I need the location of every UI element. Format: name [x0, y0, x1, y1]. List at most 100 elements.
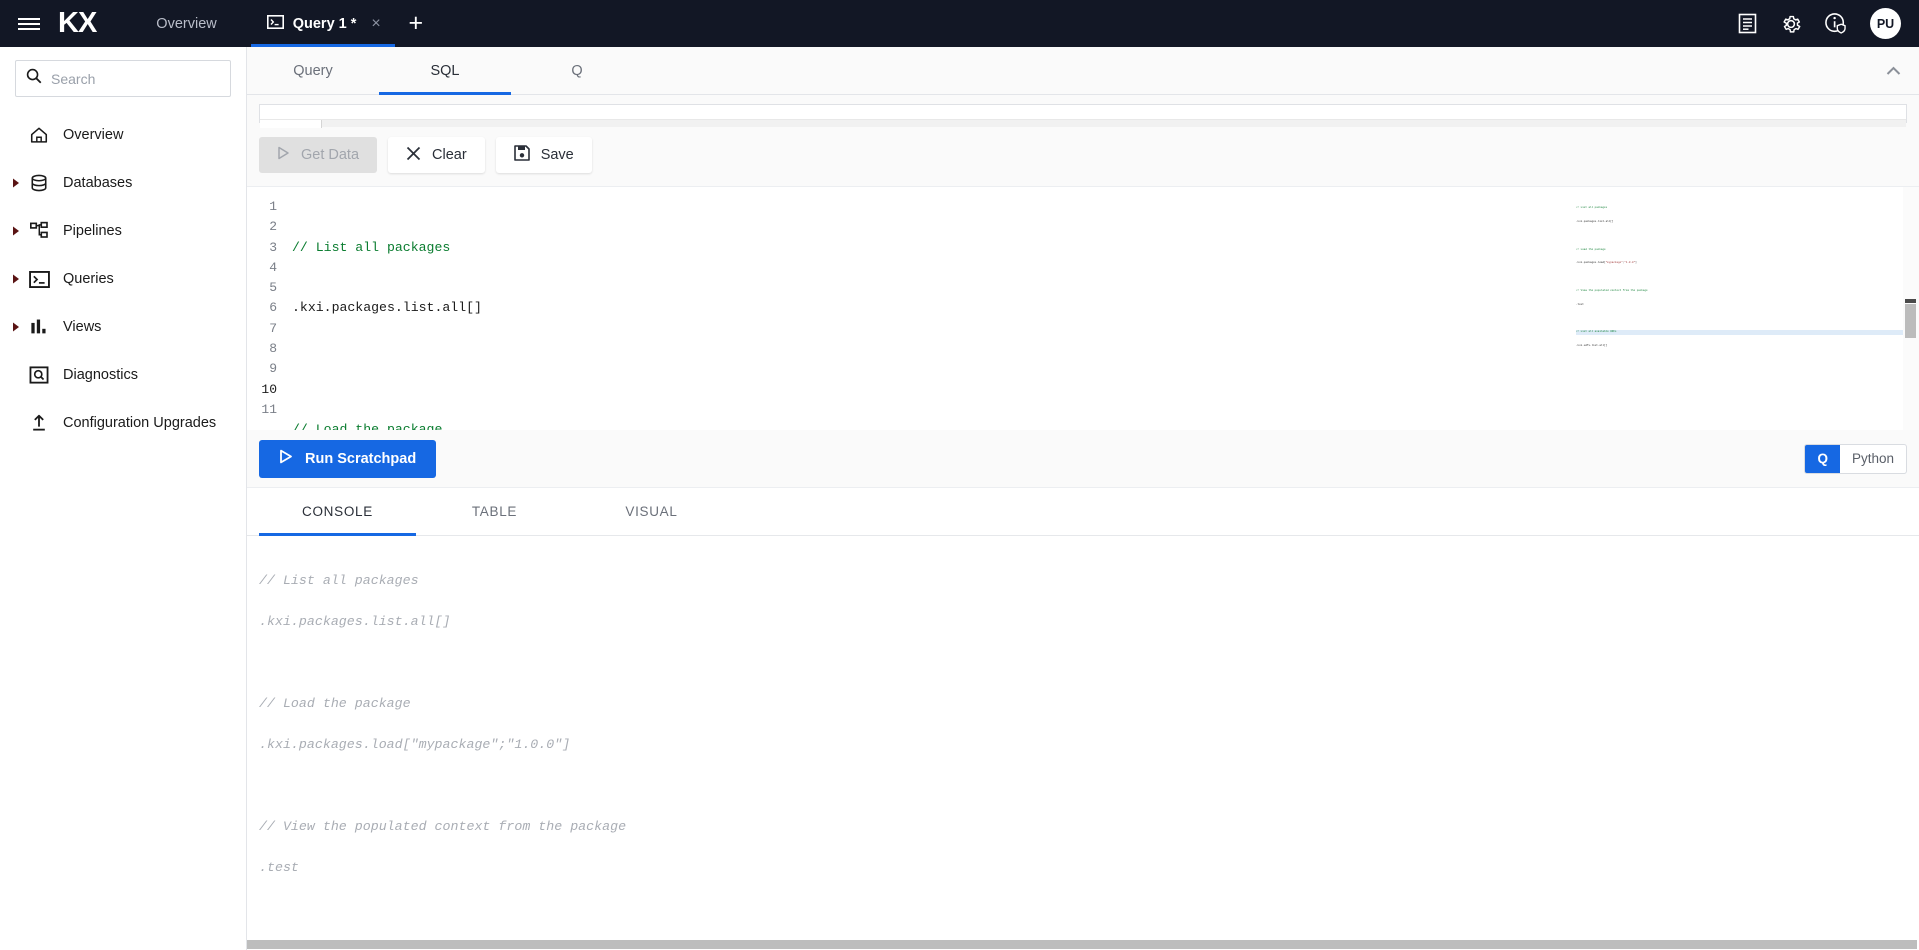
run-bar: Run Scratchpad Q Python: [247, 430, 1919, 488]
code-content[interactable]: // List all packages .kxi.packages.list.…: [283, 187, 1576, 430]
tab-console[interactable]: CONSOLE: [259, 488, 416, 535]
console-output[interactable]: // List all packages .kxi.packages.list.…: [247, 536, 1919, 950]
search-icon: [26, 68, 42, 89]
nav-overview[interactable]: Overview: [122, 0, 250, 47]
avatar[interactable]: PU: [1870, 8, 1901, 39]
terminal-icon: [267, 15, 284, 33]
tab-console-label: CONSOLE: [302, 504, 373, 519]
chevron-right-icon[interactable]: [8, 274, 24, 284]
tab-visual-label: VISUAL: [625, 504, 677, 519]
minimap-line: .test: [1576, 303, 1584, 306]
tab-visual[interactable]: VISUAL: [573, 488, 730, 535]
sidebar-item-databases-label: Databases: [63, 175, 132, 191]
sidebar-item-pipelines[interactable]: Pipelines: [0, 207, 246, 255]
sidebar-item-views[interactable]: Views: [0, 303, 246, 351]
tab-query-1[interactable]: Query 1 * ×: [251, 0, 395, 47]
tab-sql[interactable]: SQL: [379, 47, 511, 94]
console-echo-line: .kxi.packages.list.all[]: [259, 612, 1919, 633]
run-scratchpad-button[interactable]: Run Scratchpad: [259, 440, 436, 478]
language-option-q[interactable]: Q: [1805, 445, 1840, 473]
line-number: 6: [247, 298, 283, 318]
line-number: 7: [247, 319, 283, 339]
editor-scrollbar[interactable]: [1903, 187, 1919, 430]
save-label: Save: [541, 147, 574, 163]
line-number: 9: [247, 359, 283, 379]
get-data-button[interactable]: Get Data: [259, 137, 377, 173]
sidebar-item-views-label: Views: [63, 319, 101, 335]
floppy-disk-icon: [514, 145, 530, 165]
chevron-right-icon[interactable]: [8, 178, 24, 188]
sql-input[interactable]: [259, 104, 1907, 123]
add-tab-button[interactable]: +: [395, 0, 437, 47]
sql-input-scroll-thumb[interactable]: [260, 120, 322, 128]
clear-label: Clear: [432, 147, 467, 163]
line-number: 8: [247, 339, 283, 359]
main-panel: Query SQL Q: [247, 47, 1919, 950]
document-icon[interactable]: [1737, 13, 1758, 34]
language-option-python[interactable]: Python: [1840, 445, 1906, 473]
console-horizontal-scrollbar[interactable]: [247, 939, 1919, 950]
magnifier-box-icon: [24, 365, 54, 385]
hamburger-icon[interactable]: [0, 0, 58, 47]
top-header: KX Overview Query 1 * × +: [0, 0, 1919, 47]
code-line: [292, 359, 1576, 379]
minimap-line: // View the populated context from the p…: [1576, 289, 1648, 292]
editor-scroll-thumb[interactable]: [1905, 304, 1916, 338]
code-editor[interactable]: 1 2 3 4 5 6 7 8 9 10 11 // List all pack…: [247, 187, 1919, 430]
tab-sql-label: SQL: [430, 63, 459, 79]
result-tabs: CONSOLE TABLE VISUAL: [247, 488, 1919, 536]
chevron-right-icon[interactable]: [8, 322, 24, 332]
tab-query-1-label: Query 1 *: [293, 16, 357, 32]
tab-table-label: TABLE: [472, 504, 517, 519]
tab-q[interactable]: Q: [511, 47, 643, 94]
info-shield-icon[interactable]: [1824, 12, 1848, 36]
console-echo-line: // Load the package: [259, 694, 1919, 715]
sidebar-item-overview[interactable]: Overview: [0, 111, 246, 159]
close-icon[interactable]: ×: [371, 15, 380, 33]
save-button[interactable]: Save: [496, 137, 592, 173]
pipeline-icon: [24, 221, 54, 241]
line-number: 4: [247, 258, 283, 278]
console-echo-line: .kxi.packages.load["mypackage";"1.0.0"]: [259, 735, 1919, 756]
sidebar-item-overview-label: Overview: [63, 127, 123, 143]
sql-input-scrollbar[interactable]: [260, 119, 1906, 127]
sidebar-item-databases[interactable]: Databases: [0, 159, 246, 207]
kx-logo[interactable]: KX: [58, 0, 122, 47]
editor-tabs: Query SQL Q: [247, 47, 1919, 95]
home-icon: [24, 125, 54, 145]
line-number: 1: [247, 197, 283, 217]
play-icon: [277, 146, 290, 164]
sidebar-item-diagnostics[interactable]: Diagnostics: [0, 351, 246, 399]
search-input[interactable]: [51, 71, 220, 87]
clear-button[interactable]: Clear: [388, 137, 485, 173]
app-body: Overview Databases: [0, 47, 1919, 950]
editor-tabs-spacer: [643, 47, 1867, 94]
console-echo-line: [259, 899, 1919, 920]
line-number: 11: [247, 400, 283, 420]
console-echo-line: [259, 653, 1919, 674]
tab-table[interactable]: TABLE: [416, 488, 573, 535]
minimap-line: // List all available UDFs: [1576, 330, 1616, 333]
search-box[interactable]: [15, 60, 231, 97]
code-line-text: .kxi.packages.list.all[]: [292, 300, 482, 315]
editor-minimap[interactable]: // List all packages .kxi.packages.list.…: [1576, 187, 1903, 430]
gear-icon[interactable]: [1780, 13, 1802, 35]
console-hscroll-thumb[interactable]: [247, 940, 1917, 949]
code-line: // List all packages: [292, 238, 1576, 258]
sidebar-item-pipelines-label: Pipelines: [63, 223, 122, 239]
chevron-right-icon[interactable]: [8, 226, 24, 236]
sidebar-item-configuration-upgrades[interactable]: Configuration Upgrades: [0, 399, 246, 447]
chevron-up-icon[interactable]: [1867, 47, 1919, 94]
run-scratchpad-label: Run Scratchpad: [305, 451, 416, 467]
sidebar: Overview Databases: [0, 47, 247, 950]
console-echo-line: // List all packages: [259, 571, 1919, 592]
minimap-line: // List all packages: [1576, 206, 1607, 209]
minimap-line: // Load the package: [1576, 248, 1606, 251]
minimap-line: .kxi.packages.load["mypackage";"1.0.0"]: [1576, 261, 1637, 264]
code-line-text: // Load the package: [292, 422, 442, 430]
sidebar-item-queries[interactable]: Queries: [0, 255, 246, 303]
console-vertical-scrollbar[interactable]: [1908, 536, 1919, 950]
editor-toolbar: Get Data Clear: [247, 123, 1919, 187]
header-spacer: [437, 0, 1737, 47]
tab-query[interactable]: Query: [247, 47, 379, 94]
